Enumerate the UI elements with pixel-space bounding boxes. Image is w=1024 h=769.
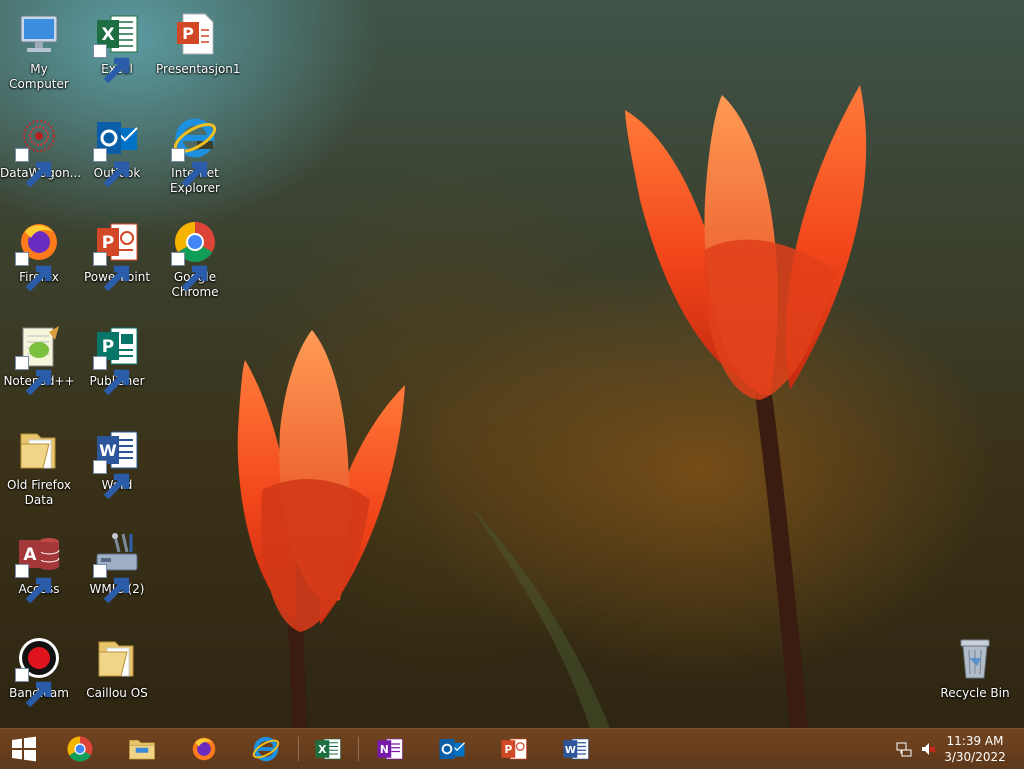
shortcut-arrow-icon <box>171 252 208 292</box>
svg-text:P: P <box>102 337 114 357</box>
powerpoint-icon: P <box>93 218 141 292</box>
excel-icon: X <box>315 738 341 760</box>
desktop-icon-label: Caillou OS <box>86 686 148 700</box>
desktop-icon-label: My Computer <box>9 62 69 91</box>
desktop-icon-publisher[interactable]: P Publisher <box>78 316 156 406</box>
excel-icon: X <box>93 10 141 84</box>
desktop-icon-excel[interactable]: X Excel <box>78 4 156 94</box>
shortcut-arrow-icon <box>15 564 52 604</box>
svg-text:P: P <box>182 24 194 43</box>
desktop-icon-notepadpp[interactable]: Notepad++ <box>0 316 78 406</box>
desktop-icon-google-chrome[interactable]: Google Chrome <box>156 212 234 302</box>
shortcut-arrow-icon <box>171 148 208 188</box>
desktop-icon-wmic[interactable]: WMIC (2) <box>78 524 156 614</box>
desktop-icon-outlook[interactable]: Outlook <box>78 108 156 198</box>
taskbar-onenote[interactable]: N <box>362 729 418 769</box>
taskbar-separator <box>358 737 359 761</box>
desktop-icon-caillou-os[interactable]: Caillou OS <box>78 628 156 718</box>
svg-text:X: X <box>318 743 326 756</box>
taskbar-excel[interactable]: X <box>300 729 356 769</box>
shortcut-arrow-icon <box>93 564 130 604</box>
onenote-icon: N <box>377 738 403 760</box>
desktop-icon-access[interactable]: A Access <box>0 524 78 614</box>
computer-icon <box>15 10 63 58</box>
svg-text:W: W <box>99 441 117 460</box>
chrome-icon <box>67 736 93 762</box>
taskbar: X N P W 11:39 AM 3/30/2022 <box>0 728 1024 769</box>
volume-tray-button[interactable] <box>920 729 940 769</box>
file-explorer-icon <box>129 739 155 760</box>
network-tray-button[interactable] <box>896 729 916 769</box>
shortcut-arrow-icon <box>15 668 52 708</box>
svg-text:X: X <box>101 25 114 45</box>
folder-icon <box>93 634 141 682</box>
shortcut-arrow-icon <box>15 356 52 396</box>
powerpoint-document-icon: P <box>171 10 219 58</box>
desktop-icon-powerpoint[interactable]: P PowerPoint <box>78 212 156 302</box>
desktop-icon-old-firefox-data[interactable]: Old Firefox Data <box>0 420 78 510</box>
shortcut-arrow-icon <box>93 44 130 84</box>
notepadpp-icon <box>15 322 63 396</box>
publisher-icon: P <box>93 322 141 396</box>
desktop-icon-label: Old Firefox Data <box>7 478 71 507</box>
clock-date: 3/30/2022 <box>944 750 1006 764</box>
desktop-icon-bandicam[interactable]: Bandicam <box>0 628 78 718</box>
desktop-icon-datawagon[interactable]: DataWagon... <box>0 108 81 198</box>
outlook-icon <box>93 114 141 188</box>
desktop-icon-firefox[interactable]: Firefox <box>0 212 78 302</box>
start-button[interactable] <box>0 729 48 769</box>
shortcut-arrow-icon <box>93 252 130 292</box>
folder-icon <box>15 426 63 474</box>
desktop-icon-internet-explorer[interactable]: Internet Explorer <box>156 108 234 198</box>
svg-text:P: P <box>102 233 114 253</box>
windows-logo-icon <box>12 736 36 762</box>
word-icon: W <box>563 738 589 760</box>
clock-time: 11:39 AM <box>946 734 1004 748</box>
taskbar-file-explorer[interactable] <box>114 729 170 769</box>
desktop-icon-presentasjon1[interactable]: P Presentasjon1 <box>156 4 241 94</box>
volume-muted-icon <box>922 743 936 755</box>
desktop-icon-label: Presentasjon1 <box>156 62 241 76</box>
svg-text:N: N <box>380 743 389 756</box>
firefox-icon <box>15 218 63 292</box>
chrome-icon <box>171 218 219 292</box>
taskbar-chrome[interactable] <box>52 729 108 769</box>
wmic-icon <box>93 530 141 604</box>
taskbar-clock[interactable]: 11:39 AM 3/30/2022 <box>940 733 1010 765</box>
taskbar-outlook[interactable] <box>424 729 480 769</box>
powerpoint-icon: P <box>501 738 527 760</box>
shortcut-arrow-icon <box>93 356 130 396</box>
outlook-icon <box>439 739 465 759</box>
word-icon: W <box>93 426 141 500</box>
shortcut-arrow-icon <box>15 148 52 188</box>
shortcut-arrow-icon <box>93 460 130 500</box>
svg-text:A: A <box>23 545 37 565</box>
internet-explorer-icon <box>171 114 219 188</box>
desktop-icon-label: Recycle Bin <box>940 686 1010 700</box>
taskbar-firefox[interactable] <box>176 729 232 769</box>
taskbar-powerpoint[interactable]: P <box>486 729 542 769</box>
desktop-icon-word[interactable]: W Word <box>78 420 156 510</box>
svg-text:P: P <box>504 743 512 756</box>
access-icon: A <box>15 530 63 604</box>
internet-explorer-icon <box>252 736 280 762</box>
shortcut-arrow-icon <box>15 252 52 292</box>
taskbar-word[interactable]: W <box>548 729 604 769</box>
firefox-icon <box>192 737 216 761</box>
taskbar-separator <box>298 737 299 761</box>
bandicam-icon <box>15 634 63 708</box>
svg-text:W: W <box>565 745 576 756</box>
network-icon <box>896 742 912 757</box>
recycle-bin-icon <box>951 634 999 682</box>
desktop-icon-my-computer[interactable]: My Computer <box>0 4 78 94</box>
desktop-icon-recycle-bin[interactable]: Recycle Bin <box>936 628 1014 718</box>
taskbar-internet-explorer[interactable] <box>238 729 294 769</box>
shortcut-arrow-icon <box>93 148 130 188</box>
datawagon-icon <box>15 114 63 188</box>
